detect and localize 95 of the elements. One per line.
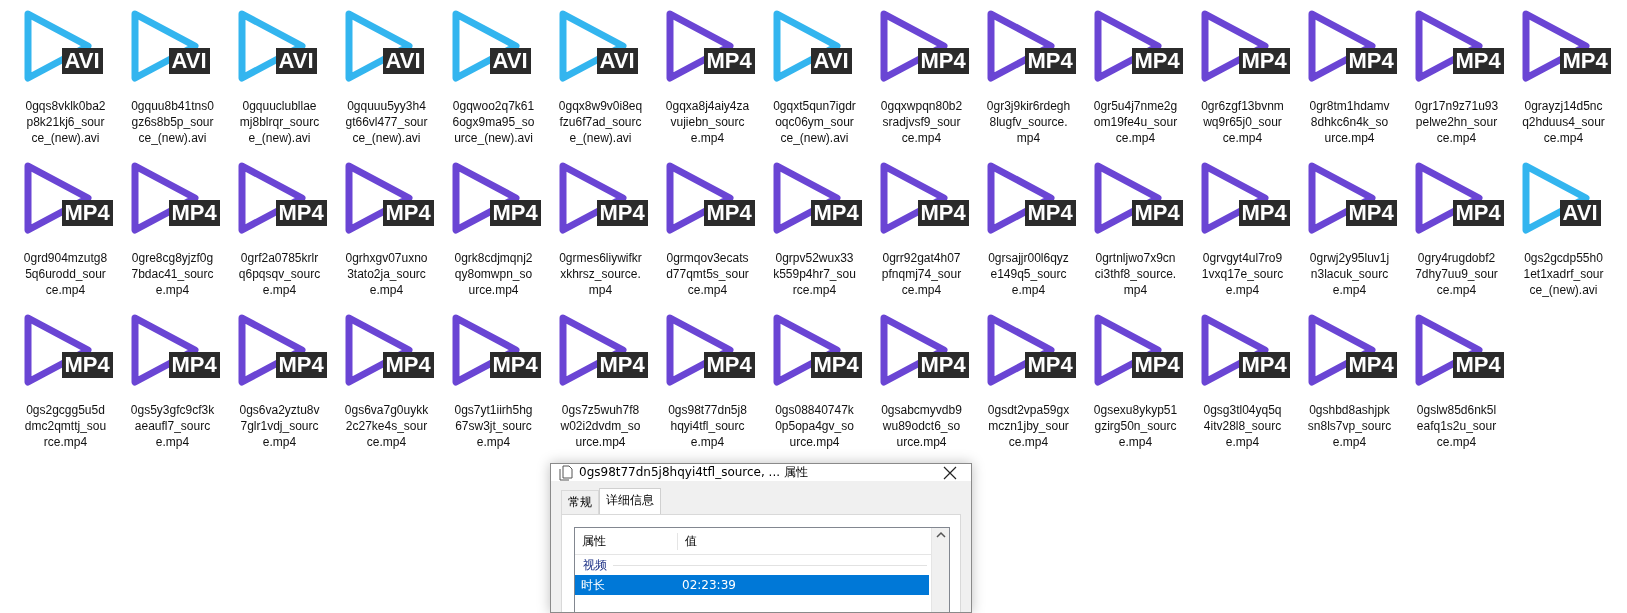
column-header[interactable]: 属性 <box>575 532 678 550</box>
format-badge: AVI <box>489 48 531 74</box>
file-name: 0gr6zgf13bvnmwq9r65j0_source.mp4 <box>1200 98 1285 146</box>
format-badge: MP4 <box>61 352 113 378</box>
file-name: 0gry4rugdobf27dhy7uu9_source.mp4 <box>1414 250 1499 298</box>
format-badge: AVI <box>382 48 424 74</box>
file-name: 0grk8cdjmqnj2qy8omwpn_source.mp4 <box>453 250 534 298</box>
format-badge: MP4 <box>1024 352 1076 378</box>
format-badge: MP4 <box>703 48 755 74</box>
file-name: 0gquuu5yy3h4gt66vl477_source_(new).avi <box>344 98 429 146</box>
file-name: 0gr8tm1hdamv8dhkc6n4k_source.mp4 <box>1308 98 1391 146</box>
file-name: 0grvgyt4ul7ro91vxq17e_source.mp4 <box>1200 250 1285 298</box>
format-badge: MP4 <box>489 200 541 226</box>
format-badge: MP4 <box>596 200 648 226</box>
tab[interactable]: 详细信息 <box>599 488 661 514</box>
file-name: 0gshbd8ashjpksn8ls7vp_source.mp4 <box>1307 402 1392 450</box>
file-name: 0gqxt5qun7igdroqc06ym_source_(new).avi <box>772 98 857 146</box>
format-badge: AVI <box>61 48 103 74</box>
file-name: 0grd904mzutg85q6urodd_source.mp4 <box>23 250 108 298</box>
format-badge: MP4 <box>1238 200 1290 226</box>
format-badge: MP4 <box>168 352 220 378</box>
file-name: 0grf2a0785krlrq6pqsqv_source.mp4 <box>237 250 322 298</box>
format-badge: AVI <box>810 48 852 74</box>
file-name: 0grtnljwo7x9cnci3thf8_source.mp4 <box>1093 250 1178 298</box>
format-badge: MP4 <box>1559 48 1611 74</box>
format-badge: MP4 <box>275 352 327 378</box>
format-badge: MP4 <box>1238 48 1290 74</box>
file-name: 0grmes6liywifkrxkhrsz_source.mp4 <box>558 250 643 298</box>
file-name: 0gr3j9kir6rdegh8lugfv_source.mp4 <box>986 98 1071 146</box>
format-badge: AVI <box>275 48 317 74</box>
format-badge: MP4 <box>1452 200 1504 226</box>
window-title: 0gs98t77dn5j8hqyi4tfl_source, ... 属性 <box>579 464 809 481</box>
format-badge: MP4 <box>275 200 327 226</box>
format-badge: MP4 <box>61 200 113 226</box>
column-header[interactable]: 值 <box>678 532 704 550</box>
file-name: 0gs7z5wuh7f8w02i2dvdm_source.mp4 <box>559 402 642 450</box>
format-badge: MP4 <box>1345 48 1397 74</box>
file-name: 0gs7yt1iirh5hg67sw3jt_source.mp4 <box>453 402 534 450</box>
property-row[interactable]: 时长 02:23:39 <box>575 575 929 595</box>
format-badge: MP4 <box>382 200 434 226</box>
file-name: 0grmqov3ecatsd77qmt5s_source.mp4 <box>665 250 750 298</box>
tab[interactable]: 常规 <box>561 490 599 514</box>
format-badge: MP4 <box>917 200 969 226</box>
file-name: 0gs2gcdp55h01et1xadrf_source_(new).avi <box>1522 250 1605 298</box>
format-badge: MP4 <box>1024 200 1076 226</box>
format-badge: MP4 <box>1131 352 1183 378</box>
file-name: 0grwj2y95luv1jn3lacuk_source.mp4 <box>1308 250 1391 298</box>
format-badge: MP4 <box>596 352 648 378</box>
file-name: 0gqwoo2q7k616ogx9ma95_source_(new).avi <box>451 98 536 146</box>
format-badge: AVI <box>596 48 638 74</box>
file-name: 0gsg3tl04yq5q4itv28l8_source.mp4 <box>1202 402 1283 450</box>
file-name: 0grhxgv07uxno3tato2ja_source.mp4 <box>344 250 429 298</box>
format-badge: MP4 <box>917 352 969 378</box>
format-badge: AVI <box>1559 200 1601 226</box>
format-badge: MP4 <box>703 200 755 226</box>
file-name: 0grr92gat4h07pfnqmj74_source.mp4 <box>880 250 963 298</box>
file-name: 0gr17n9z71u93pelwe2hn_source.mp4 <box>1414 98 1499 146</box>
file-name: 0gqxa8j4aiy4zavujiebn_source.mp4 <box>665 98 750 146</box>
format-badge: MP4 <box>1131 200 1183 226</box>
file-name: 0gs6va7g0uykk2c27ke4s_source.mp4 <box>344 402 429 450</box>
file-name: 0gs08840747k0p5opa4gv_source.mp4 <box>774 402 855 450</box>
file-name: 0gre8cg8yjzf0g7bdac41_source.mp4 <box>130 250 215 298</box>
format-badge: MP4 <box>1452 48 1504 74</box>
format-badge: MP4 <box>1024 48 1076 74</box>
file-name: 0grpv52wux33k559p4hr7_source.mp4 <box>772 250 857 298</box>
file-name: 0gs2gcgg5u5ddmc2qmttj_source.mp4 <box>23 402 108 450</box>
file-name: 0gs5y3gfc9cf3kaeaufl7_source.mp4 <box>130 402 215 450</box>
format-badge: MP4 <box>810 352 862 378</box>
format-badge: MP4 <box>1238 352 1290 378</box>
format-badge: MP4 <box>1345 352 1397 378</box>
file-name: 0grsajjr00l6qyze149q5_source.mp4 <box>987 250 1070 298</box>
format-badge: MP4 <box>810 200 862 226</box>
format-badge: MP4 <box>1345 200 1397 226</box>
file-name: 0gsabcmyvdb9wu89odct6_source.mp4 <box>880 402 963 450</box>
file-name: 0gsexu8ykyp51gzirg50n_source.mp4 <box>1093 402 1178 450</box>
format-badge: MP4 <box>489 352 541 378</box>
file-name: 0gslw85d6nk5leafq1s2u_source.mp4 <box>1415 402 1498 450</box>
format-badge: MP4 <box>703 352 755 378</box>
file-name: 0gqs8vklk0ba2p8k21kj6_source_(new).avi <box>24 98 107 146</box>
format-badge: MP4 <box>382 352 434 378</box>
file-name: 0gs98t77dn5j8hqyi4tfl_source.mp4 <box>667 402 748 450</box>
format-badge: MP4 <box>1452 352 1504 378</box>
file-name: 0gquuclubllaemj8blrqr_source_(new).avi <box>238 98 321 146</box>
file-name: 0gr5u4j7nme2gom19fe4u_source.mp4 <box>1093 98 1178 146</box>
format-badge: MP4 <box>1131 48 1183 74</box>
file-name: 0grayzj14d5ncq2hduus4_source.mp4 <box>1521 98 1606 146</box>
format-badge: MP4 <box>917 48 969 74</box>
file-name: 0gqxwpqn80b2sradjvsf9_source.mp4 <box>879 98 964 146</box>
format-badge: AVI <box>168 48 210 74</box>
group-header: 视频 <box>583 556 607 574</box>
file-name: 0gsdt2vpa59gxmczn1jby_source.mp4 <box>986 402 1071 450</box>
file-name: 0gqx8w9v0i8eqfzu6f7ad_source_(new).avi <box>558 98 643 146</box>
format-badge: MP4 <box>168 200 220 226</box>
file-name: 0gquu8b41tns0gz6s8b5p_source_(new).avi <box>130 98 215 146</box>
file-name: 0gs6va2yztu8v7glr1vdj_source.mp4 <box>238 402 321 450</box>
